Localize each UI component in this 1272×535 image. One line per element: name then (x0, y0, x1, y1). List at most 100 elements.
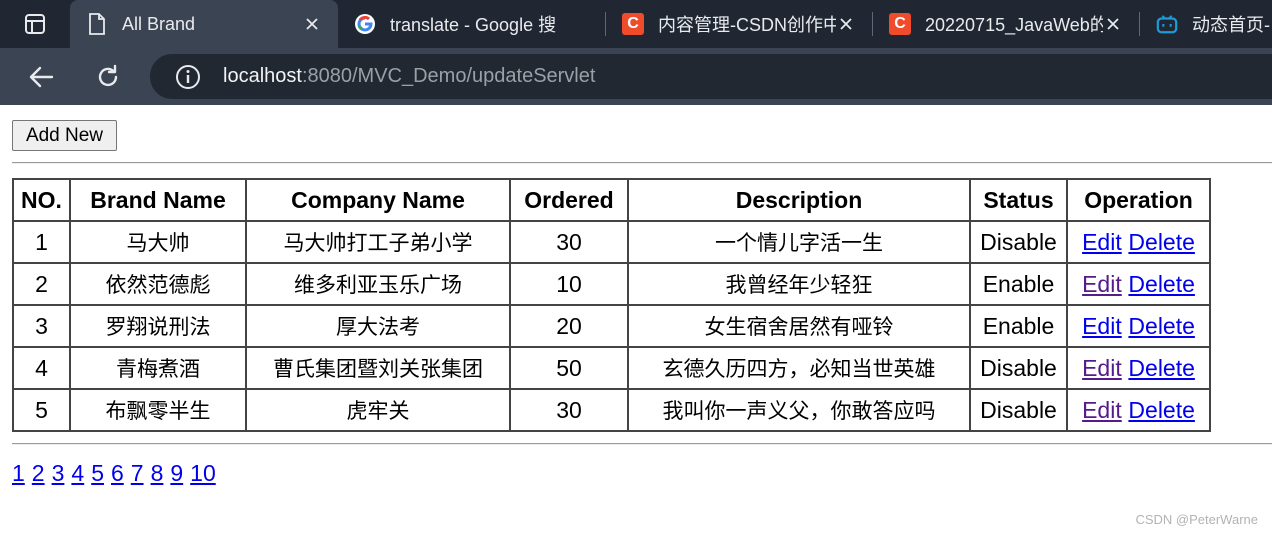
cell-status: Enable (970, 305, 1067, 347)
tab-title: translate - Google 搜 (390, 15, 557, 35)
close-tab-icon[interactable] (836, 14, 856, 34)
column-header-no: NO. (13, 179, 70, 221)
divider (12, 162, 1272, 164)
column-header-company-name: Company Name (246, 179, 510, 221)
page-link[interactable]: 6 (111, 460, 124, 486)
cell-operation: Edit Delete (1067, 305, 1210, 347)
cell-brand-name: 依然范德彪 (70, 263, 246, 305)
delete-link[interactable]: Delete (1128, 271, 1194, 297)
cell-ordered: 30 (510, 389, 628, 431)
cell-company-name: 虎牢关 (246, 389, 510, 431)
tab-bilibili[interactable]: 动态首页- (1140, 0, 1272, 48)
edit-link[interactable]: Edit (1082, 229, 1122, 255)
column-header-brand-name: Brand Name (70, 179, 246, 221)
cell-status: Disable (970, 389, 1067, 431)
cell-brand-name: 布飘零半生 (70, 389, 246, 431)
tab-actions-button[interactable] (0, 0, 70, 48)
sidebar-icon (25, 14, 45, 34)
column-header-operation: Operation (1067, 179, 1210, 221)
reload-button[interactable] (89, 58, 127, 96)
brand-table: NO. Brand Name Company Name Ordered Desc… (12, 178, 1211, 432)
page-link[interactable]: 4 (71, 460, 84, 486)
browser-toolbar: localhost:8080/MVC_Demo/updateServlet (0, 48, 1272, 105)
page-link[interactable]: 8 (151, 460, 164, 486)
cell-brand-name: 罗翔说刑法 (70, 305, 246, 347)
bilibili-icon (1156, 13, 1178, 35)
cell-brand-name: 马大帅 (70, 221, 246, 263)
cell-status: Enable (970, 263, 1067, 305)
delete-link[interactable]: Delete (1128, 397, 1194, 423)
delete-link[interactable]: Delete (1128, 355, 1194, 381)
tab-csdn-javaweb[interactable]: C 20220715_JavaWeb的 (873, 0, 1139, 48)
page-link[interactable]: 1 (12, 460, 25, 486)
table-row: 5 布飘零半生 虎牢关 30 我叫你一声义父，你敢答应吗 Disable Edit Dele… (13, 389, 1210, 431)
table-row: 1 马大帅 马大帅打工子弟小学 30 一个情儿字活一生 Disable Edit Delet… (13, 221, 1210, 263)
page-icon (86, 13, 108, 35)
close-tab-icon[interactable] (302, 14, 322, 34)
cell-no: 1 (13, 221, 70, 263)
back-button[interactable] (22, 58, 60, 96)
reload-icon (98, 64, 118, 87)
url-path: :8080/MVC_Demo/updateServlet (301, 65, 596, 87)
cell-company-name: 厚大法考 (246, 305, 510, 347)
cell-no: 3 (13, 305, 70, 347)
cell-no: 4 (13, 347, 70, 389)
add-new-button[interactable]: Add New (12, 120, 117, 151)
cell-description: 我叫你一声义父，你敢答应吗 (628, 389, 970, 431)
cell-ordered: 20 (510, 305, 628, 347)
tab-title: All Brand (122, 13, 196, 34)
cell-operation: Edit Delete (1067, 221, 1210, 263)
page-link[interactable]: 3 (52, 460, 65, 486)
cell-company-name: 马大帅打工子弟小学 (246, 221, 510, 263)
table-row: 3 罗翔说刑法 厚大法考 20 女生宿舍居然有哑铃 Enable Edit Delete (13, 305, 1210, 347)
page-link[interactable]: 10 (190, 460, 216, 486)
info-icon[interactable] (175, 64, 201, 90)
page-link[interactable]: 7 (131, 460, 144, 486)
page-content: Add New NO. Brand Name Company Name Orde… (0, 105, 1272, 535)
cell-company-name: 维多利亚玉乐广场 (246, 263, 510, 305)
cell-description: 我曾经年少轻狂 (628, 263, 970, 305)
cell-operation: Edit Delete (1067, 263, 1210, 305)
cell-ordered: 30 (510, 221, 628, 263)
cell-ordered: 10 (510, 263, 628, 305)
table-header-row: NO. Brand Name Company Name Ordered Desc… (13, 179, 1210, 221)
edit-link[interactable]: Edit (1082, 397, 1122, 423)
url-text: localhost:8080/MVC_Demo/updateServlet (223, 65, 595, 88)
edit-link[interactable]: Edit (1082, 313, 1122, 339)
edit-link[interactable]: Edit (1082, 355, 1122, 381)
close-tab-icon[interactable] (1103, 14, 1123, 34)
tab-title: 动态首页- (1192, 15, 1270, 35)
cell-status: Disable (970, 347, 1067, 389)
cell-status: Disable (970, 221, 1067, 263)
cell-description: 一个情儿字活一生 (628, 221, 970, 263)
cell-operation: Edit Delete (1067, 347, 1210, 389)
page-link[interactable]: 5 (91, 460, 104, 486)
tab-title: 内容管理-CSDN创作中 (658, 15, 836, 35)
tab-csdn-content[interactable]: C 内容管理-CSDN创作中 (606, 0, 872, 48)
watermark: CSDN @PeterWarne (1135, 512, 1258, 527)
csdn-icon: C (622, 13, 644, 35)
address-bar[interactable]: localhost:8080/MVC_Demo/updateServlet (150, 54, 1272, 99)
page-link[interactable]: 9 (170, 460, 183, 486)
cell-description: 玄德久历四方，必知当世英雄 (628, 347, 970, 389)
cell-brand-name: 青梅煮酒 (70, 347, 246, 389)
tab-all-brand[interactable]: All Brand (70, 0, 338, 48)
cell-no: 2 (13, 263, 70, 305)
cell-company-name: 曹氏集团暨刘关张集团 (246, 347, 510, 389)
back-arrow-icon (29, 66, 54, 88)
page-link[interactable]: 2 (32, 460, 45, 486)
csdn-icon: C (889, 13, 911, 35)
cell-description: 女生宿舍居然有哑铃 (628, 305, 970, 347)
pagination: 1 2 3 4 5 6 7 8 9 10 (12, 460, 223, 487)
delete-link[interactable]: Delete (1128, 229, 1194, 255)
tab-strip: All Brand translate - Google 搜 C 内容管理-CS… (0, 0, 1272, 48)
tab-google-translate[interactable]: translate - Google 搜 (338, 0, 604, 48)
delete-link[interactable]: Delete (1128, 313, 1194, 339)
url-host: localhost (223, 65, 302, 87)
column-header-ordered: Ordered (510, 179, 628, 221)
google-icon (354, 13, 376, 35)
column-header-status: Status (970, 179, 1067, 221)
divider (12, 443, 1272, 445)
edit-link[interactable]: Edit (1082, 271, 1122, 297)
cell-no: 5 (13, 389, 70, 431)
